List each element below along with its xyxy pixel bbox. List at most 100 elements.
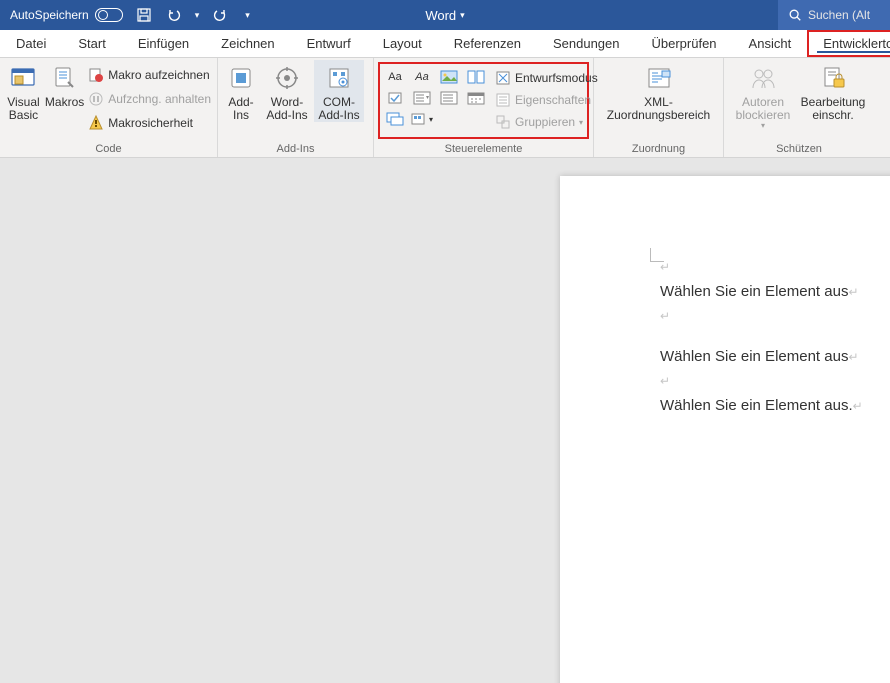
makros-label: Makros	[45, 96, 84, 109]
pause-recording-icon	[88, 91, 104, 107]
ribbon-tabstrip: Datei Start Einfügen Zeichnen Entwurf La…	[0, 30, 890, 58]
tab-einfuegen[interactable]: Einfügen	[122, 30, 205, 57]
com-addins-icon	[325, 64, 353, 92]
date-picker-icon	[467, 91, 485, 105]
building-block-icon	[467, 70, 485, 84]
group-addins: Add-Ins Word-Add-Ins COM-Add-Ins Add-Ins	[218, 58, 374, 157]
visual-basic-button[interactable]: Visual Basic	[4, 60, 43, 122]
combobox-control-button[interactable]	[411, 89, 433, 107]
save-button[interactable]	[135, 6, 153, 24]
title-bar: AutoSpeichern ▾ ▾ Word ▾ Suchen (Alt	[0, 0, 890, 30]
properties-icon	[495, 92, 511, 108]
gruppieren-button: Gruppieren ▾	[495, 112, 598, 132]
chevron-down-icon: ▾	[460, 10, 465, 21]
rich-text-control-button[interactable]: Aa	[384, 68, 406, 86]
content-control-1[interactable]: Wählen Sie ein Element aus	[660, 283, 848, 300]
tab-datei[interactable]: Datei	[0, 30, 62, 57]
makros-icon	[51, 64, 79, 92]
tab-sendungen[interactable]: Sendungen	[537, 30, 636, 57]
tab-ueberpruefen[interactable]: Überprüfen	[636, 30, 733, 57]
date-picker-control-button[interactable]	[465, 89, 487, 107]
paragraph-mark-icon: ↵	[848, 285, 858, 299]
search-box[interactable]: Suchen (Alt	[778, 0, 890, 30]
dropdown-control-button[interactable]	[438, 89, 460, 107]
visual-basic-label: Visual Basic	[4, 96, 43, 122]
building-block-control-button[interactable]	[465, 68, 487, 86]
qat-more-icon[interactable]: ▾	[245, 10, 250, 21]
app-title-text: Word	[425, 8, 456, 23]
chevron-down-icon: ▾	[579, 118, 583, 127]
record-macro-icon	[88, 67, 104, 83]
com-addins-label: COM-Add-Ins	[314, 96, 364, 122]
dropdown-icon	[440, 91, 458, 105]
content-control-2[interactable]: Wählen Sie ein Element aus	[660, 348, 848, 365]
redo-button[interactable]	[211, 6, 229, 24]
group-schuetzen-label: Schützen	[728, 141, 870, 157]
plain-text-icon: Aa	[415, 71, 428, 83]
group-controls: Aa Aa ▾ Entwur	[374, 58, 594, 157]
controls-gallery: Aa Aa ▾	[380, 64, 491, 132]
autosave-label: AutoSpeichern	[10, 8, 89, 22]
chevron-down-icon: ▾	[429, 115, 433, 124]
plain-text-control-button[interactable]: Aa	[411, 68, 433, 86]
xml-mapping-icon	[645, 64, 673, 92]
bearbeitung-einschr-label: Bearbeitung einschr.	[798, 96, 868, 122]
app-title[interactable]: Word ▾	[425, 8, 464, 23]
visual-basic-icon	[9, 64, 37, 92]
makro-aufzeichnen-button[interactable]: Makro aufzeichnen	[86, 64, 213, 86]
paragraph-mark-icon: ↵	[660, 374, 670, 388]
picture-control-button[interactable]	[438, 68, 460, 86]
group-code: Visual Basic Makros Makro aufzeichnen Au…	[0, 58, 218, 157]
undo-button[interactable]	[165, 6, 183, 24]
group-schuetzen: Autoren blockieren▾ Bearbeitung einschr.…	[724, 58, 874, 157]
word-addins-button[interactable]: Word-Add-Ins	[262, 60, 312, 122]
paragraph-mark-icon: ↵	[660, 309, 670, 323]
macro-security-icon	[88, 115, 104, 131]
search-placeholder: Suchen (Alt	[808, 8, 870, 22]
autoren-blockieren-label: Autoren blockieren	[730, 96, 796, 122]
checkbox-control-button[interactable]	[384, 89, 406, 107]
paragraph-mark-icon: ↵	[660, 260, 670, 274]
tab-referenzen[interactable]: Referenzen	[438, 30, 537, 57]
autosave-toggle[interactable]: AutoSpeichern	[10, 8, 123, 22]
legacy-tools-button[interactable]: ▾	[411, 110, 433, 128]
xml-mapping-label: XML-Zuordnungsbereich	[604, 96, 714, 122]
ribbon: Visual Basic Makros Makro aufzeichnen Au…	[0, 58, 890, 158]
restrict-editing-icon	[819, 64, 847, 92]
undo-dropdown-icon[interactable]: ▾	[195, 10, 200, 21]
add-ins-button[interactable]: Add-Ins	[222, 60, 260, 122]
content-control-3[interactable]: Wählen Sie ein Element aus.	[660, 397, 853, 414]
group-controls-label: Steuerelemente	[378, 141, 589, 157]
tab-zeichnen[interactable]: Zeichnen	[205, 30, 290, 57]
margin-corner-icon	[650, 248, 664, 262]
block-authors-icon	[749, 64, 777, 92]
tab-entwicklertools[interactable]: Entwicklertools	[807, 30, 890, 57]
paragraph-mark-icon: ↵	[848, 350, 858, 364]
repeating-section-icon	[386, 112, 404, 126]
document-area[interactable]: ↵ Wählen Sie ein Element aus↵ ↵ Wählen S…	[0, 158, 890, 683]
entwurfsmodus-button[interactable]: Entwurfsmodus	[495, 68, 598, 88]
tab-entwurf[interactable]: Entwurf	[291, 30, 367, 57]
autoren-blockieren-button: Autoren blockieren▾	[730, 60, 796, 131]
page[interactable]: ↵ Wählen Sie ein Element aus↵ ↵ Wählen S…	[560, 176, 890, 683]
group-code-label: Code	[4, 141, 213, 157]
xml-mapping-button[interactable]: XML-Zuordnungsbereich	[604, 60, 714, 122]
tab-layout[interactable]: Layout	[367, 30, 438, 57]
makrosicherheit-button[interactable]: Makrosicherheit	[86, 112, 213, 134]
redo-icon	[212, 7, 228, 23]
com-addins-button[interactable]: COM-Add-Ins	[314, 60, 364, 122]
chevron-down-icon: ▾	[761, 122, 765, 131]
search-icon	[788, 8, 802, 22]
eigenschaften-button: Eigenschaften	[495, 90, 598, 110]
undo-icon	[166, 7, 182, 23]
aufz-anhalten-button: Aufzchng. anhalten	[86, 88, 213, 110]
word-addins-label: Word-Add-Ins	[262, 96, 312, 122]
group-zuordnung: XML-Zuordnungsbereich Zuordnung	[594, 58, 724, 157]
bearbeitung-einschr-button[interactable]: Bearbeitung einschr.	[798, 60, 868, 122]
add-ins-icon	[227, 64, 255, 92]
makros-button[interactable]: Makros	[45, 60, 84, 109]
group-addins-label: Add-Ins	[222, 141, 369, 157]
tab-start[interactable]: Start	[62, 30, 121, 57]
tab-ansicht[interactable]: Ansicht	[733, 30, 808, 57]
repeating-section-control-button[interactable]	[384, 110, 406, 128]
